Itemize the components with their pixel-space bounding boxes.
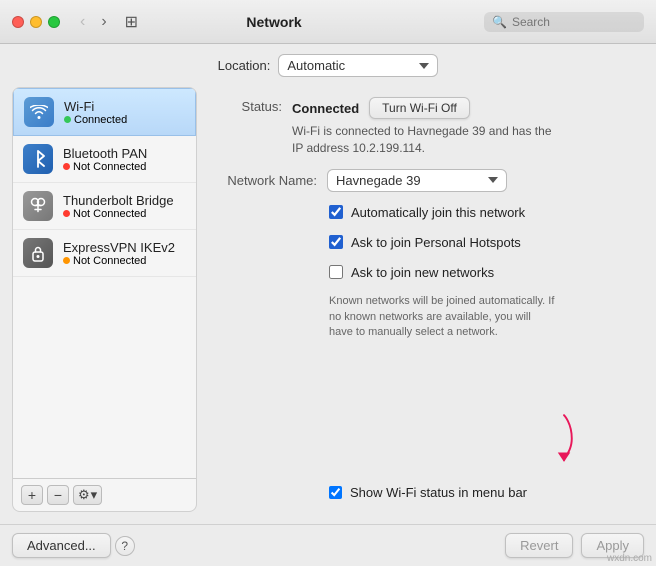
wifi-name: Wi-Fi <box>64 99 127 114</box>
status-row: Status: Connected Turn Wi-Fi Off Wi-Fi i… <box>217 97 624 157</box>
show-status-row: Show Wi-Fi status in menu bar <box>217 484 624 502</box>
revert-button[interactable]: Revert <box>505 533 573 558</box>
body-area: Wi-Fi Connected Blue <box>0 87 656 524</box>
window-title: Network <box>72 14 476 30</box>
thunderbolt-status: Not Connected <box>63 208 174 220</box>
spacer <box>217 352 624 471</box>
wifi-status-text: Connected <box>74 114 127 126</box>
thunderbolt-status-dot <box>63 210 70 217</box>
ask-hotspot-label: Ask to join Personal Hotspots <box>351 234 521 252</box>
wifi-item-text: Wi-Fi Connected <box>64 99 127 126</box>
vpn-name: ExpressVPN IKEv2 <box>63 240 175 255</box>
sidebar-item-vpn[interactable]: ExpressVPN IKEv2 Not Connected <box>13 230 196 277</box>
advanced-button[interactable]: Advanced... <box>12 533 111 558</box>
status-content: Connected Turn Wi-Fi Off Wi-Fi is connec… <box>292 97 552 157</box>
wifi-icon <box>24 97 54 127</box>
location-bar: Location: Automatic <box>0 44 656 87</box>
auto-join-row: Automatically join this network <box>217 204 624 222</box>
status-description: Wi-Fi is connected to Havnegade 39 and h… <box>292 123 552 157</box>
ask-new-row: Ask to join new networks <box>217 264 624 282</box>
network-name-label: Network Name: <box>217 173 317 188</box>
advanced-area: Advanced... ? <box>12 533 135 558</box>
bluetooth-name: Bluetooth PAN <box>63 146 147 161</box>
sidebar: Wi-Fi Connected Blue <box>12 87 197 512</box>
status-label: Status: <box>217 97 282 114</box>
ask-new-description: Known networks will be joined automatica… <box>217 294 557 340</box>
titlebar: ‹ › ⊞ Network 🔍 <box>0 0 656 44</box>
bluetooth-item-text: Bluetooth PAN Not Connected <box>63 146 147 173</box>
status-line: Connected Turn Wi-Fi Off <box>292 97 552 119</box>
main-content: Location: Automatic <box>0 44 656 566</box>
turn-wifi-off-button[interactable]: Turn Wi-Fi Off <box>369 97 470 119</box>
sidebar-item-thunderbolt[interactable]: Thunderbolt Bridge Not Connected <box>13 183 196 230</box>
sidebar-item-wifi[interactable]: Wi-Fi Connected <box>13 88 196 136</box>
wifi-status-dot <box>64 116 71 123</box>
wifi-status: Connected <box>64 114 127 126</box>
bluetooth-status: Not Connected <box>63 161 147 173</box>
network-options-button[interactable]: ⚙ ▾ <box>73 485 102 505</box>
vpn-icon <box>23 238 53 268</box>
remove-network-button[interactable]: − <box>47 485 69 505</box>
location-select[interactable]: Automatic <box>278 54 438 77</box>
gear-icon: ⚙ <box>78 487 90 503</box>
search-icon: 🔍 <box>492 15 507 29</box>
show-wifi-status-label: Show Wi-Fi status in menu bar <box>350 484 527 502</box>
search-box: 🔍 <box>484 12 644 32</box>
traffic-lights <box>12 16 60 28</box>
thunderbolt-status-text: Not Connected <box>73 208 146 220</box>
auto-join-checkbox[interactable] <box>329 205 343 219</box>
status-value: Connected <box>292 101 359 116</box>
help-button[interactable]: ? <box>115 536 135 556</box>
add-network-button[interactable]: + <box>21 485 43 505</box>
network-name-row: Network Name: Havnegade 39 <box>217 169 624 192</box>
close-button[interactable] <box>12 16 24 28</box>
show-wifi-status-checkbox[interactable] <box>329 486 342 499</box>
right-panel: Status: Connected Turn Wi-Fi Off Wi-Fi i… <box>197 87 644 512</box>
thunderbolt-name: Thunderbolt Bridge <box>63 193 174 208</box>
ask-new-label: Ask to join new networks <box>351 264 494 282</box>
maximize-button[interactable] <box>48 16 60 28</box>
vpn-item-text: ExpressVPN IKEv2 Not Connected <box>63 240 175 267</box>
sidebar-footer: + − ⚙ ▾ <box>13 478 196 511</box>
network-name-select[interactable]: Havnegade 39 <box>327 169 507 192</box>
bluetooth-status-text: Not Connected <box>73 161 146 173</box>
vpn-status-dot <box>63 257 70 264</box>
ask-new-networks-checkbox[interactable] <box>329 265 343 279</box>
bluetooth-icon <box>23 144 53 174</box>
location-label: Location: <box>218 58 271 73</box>
watermark: wxdn.com <box>607 553 652 564</box>
vpn-status: Not Connected <box>63 255 175 267</box>
sidebar-item-bluetooth[interactable]: Bluetooth PAN Not Connected <box>13 136 196 183</box>
auto-join-label: Automatically join this network <box>351 204 525 222</box>
ask-hotspot-checkbox[interactable] <box>329 235 343 249</box>
sidebar-list: Wi-Fi Connected Blue <box>13 88 196 478</box>
minimize-button[interactable] <box>30 16 42 28</box>
bluetooth-status-dot <box>63 163 70 170</box>
vpn-status-text: Not Connected <box>73 255 146 267</box>
bottom-buttons-bar: Advanced... ? Revert Apply <box>0 524 656 566</box>
ask-hotspot-row: Ask to join Personal Hotspots <box>217 234 624 252</box>
thunderbolt-item-text: Thunderbolt Bridge Not Connected <box>63 193 174 220</box>
chevron-down-icon: ▾ <box>91 487 98 503</box>
search-input[interactable] <box>512 15 636 29</box>
thunderbolt-icon <box>23 191 53 221</box>
